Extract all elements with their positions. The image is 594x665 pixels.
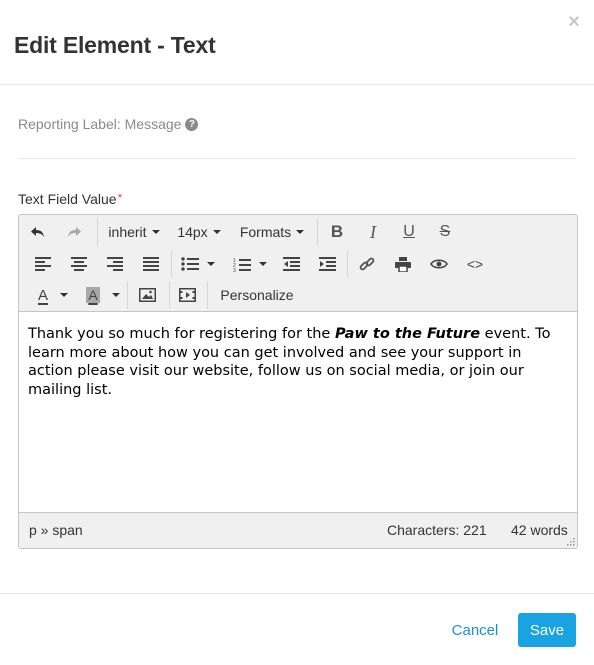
- chevron-down-icon: [296, 230, 305, 234]
- align-right-icon[interactable]: [103, 250, 127, 278]
- modal-header: Edit Element - Text ×: [0, 0, 594, 85]
- formats-dropdown[interactable]: Formats: [233, 218, 311, 246]
- chevron-down-icon: [259, 262, 267, 266]
- toolbar-separator: [347, 250, 348, 278]
- align-justify-icon[interactable]: [139, 250, 163, 278]
- toolbar-separator: [207, 281, 208, 309]
- align-left-icon[interactable]: [31, 250, 55, 278]
- resize-handle-icon[interactable]: [565, 536, 575, 546]
- redo-icon[interactable]: [61, 218, 87, 246]
- numbered-list-dropdown[interactable]: 123: [229, 250, 271, 278]
- toolbar-separator: [97, 218, 98, 246]
- toolbar-separator: [171, 250, 172, 278]
- strikethrough-button[interactable]: S: [433, 218, 457, 246]
- font-family-value: inherit: [108, 224, 147, 240]
- toolbar-row-2: 123 <>: [19, 248, 577, 280]
- required-marker: *: [117, 191, 123, 205]
- toolbar-row-3: A A Personalize: [19, 279, 577, 311]
- text-color-dropdown[interactable]: A: [29, 281, 77, 309]
- align-center-icon[interactable]: [67, 250, 91, 278]
- font-size-value: 14px: [177, 224, 208, 240]
- italic-button[interactable]: I: [361, 218, 385, 246]
- toolbar-separator: [127, 281, 128, 309]
- bold-button[interactable]: B: [325, 218, 349, 246]
- editor-content-area[interactable]: Thank you so much for registering for th…: [19, 312, 577, 512]
- toolbar-row-1: inherit 14px Formats B I U S: [19, 216, 577, 248]
- toolbar-separator: [317, 218, 318, 246]
- text-field-label: Text Field Value*: [18, 191, 122, 207]
- text-field-label-text: Text Field Value: [18, 191, 117, 207]
- close-button[interactable]: ×: [566, 12, 582, 32]
- indent-icon[interactable]: [315, 250, 339, 278]
- reporting-label-row: Reporting Label: Message ?: [18, 116, 199, 132]
- question-circle-icon[interactable]: ?: [185, 117, 199, 131]
- personalize-button[interactable]: Personalize: [215, 281, 299, 309]
- modal-title: Edit Element - Text: [14, 32, 216, 58]
- divider: [18, 158, 576, 159]
- chevron-down-icon: [111, 293, 120, 297]
- background-color-dropdown[interactable]: A: [79, 281, 127, 309]
- chevron-down-icon: [212, 230, 221, 234]
- source-code-icon[interactable]: <>: [463, 250, 487, 278]
- character-count: Characters: 221: [387, 522, 487, 538]
- chevron-down-icon: [151, 230, 160, 234]
- event-name-emphasis: Paw to the Future: [334, 326, 481, 342]
- font-family-dropdown[interactable]: inherit: [103, 218, 165, 246]
- outdent-icon[interactable]: [279, 250, 303, 278]
- edit-element-modal: Edit Element - Text × Reporting Label: M…: [0, 0, 594, 665]
- footer-divider: [0, 593, 594, 594]
- cancel-button[interactable]: Cancel: [441, 613, 509, 647]
- preview-eye-icon[interactable]: [427, 250, 451, 278]
- reporting-label: Reporting Label: Message: [18, 116, 182, 132]
- underline-button[interactable]: U: [397, 218, 421, 246]
- bullet-list-dropdown[interactable]: [177, 250, 219, 278]
- image-icon[interactable]: [135, 281, 159, 309]
- element-path[interactable]: p » span: [29, 522, 83, 538]
- content-text-before: Thank you so much for registering for th…: [28, 326, 335, 342]
- chevron-down-icon: [207, 262, 215, 266]
- svg-text:3: 3: [233, 268, 236, 272]
- toolbar-separator: [169, 281, 170, 309]
- font-size-dropdown[interactable]: 14px: [171, 218, 227, 246]
- formats-label: Formats: [239, 224, 292, 240]
- undo-icon[interactable]: [25, 218, 51, 246]
- media-icon[interactable]: [175, 281, 199, 309]
- text-color-icon: A: [37, 286, 48, 304]
- link-icon[interactable]: [355, 250, 379, 278]
- chevron-down-icon: [60, 293, 68, 297]
- editor-statusbar: p » span Characters: 221 42 words: [19, 512, 577, 548]
- editor-toolbar: inherit 14px Formats B I U S 1 2 3 <> A …: [19, 215, 577, 312]
- save-button[interactable]: Save: [518, 613, 576, 647]
- print-icon[interactable]: [391, 250, 415, 278]
- rich-text-editor: inherit 14px Formats B I U S 1 2 3 <> A …: [18, 214, 578, 549]
- word-count: 42 words: [511, 522, 568, 538]
- background-color-icon: A: [86, 287, 100, 303]
